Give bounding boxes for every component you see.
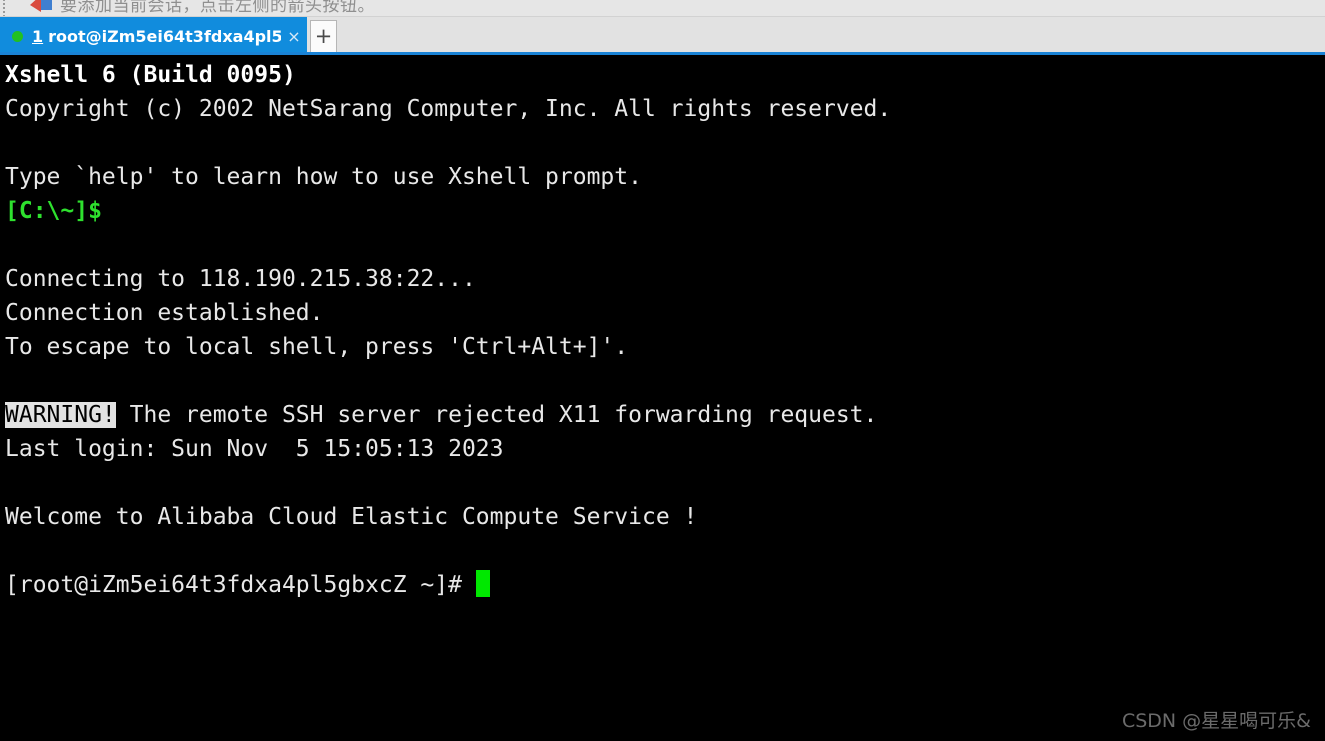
terminal-text: Connection established. [5, 300, 324, 326]
terminal-panel[interactable]: Xshell 6 (Build 0095) Copyright (c) 2002 … [0, 55, 1325, 741]
terminal-text: Copyright (c) 2002 NetSarang Computer, I… [5, 96, 892, 122]
toolbar-hint-text: 要添加当前会话，点击左侧的箭头按钮。 [60, 0, 375, 16]
terminal-line-blank-2 [5, 228, 891, 262]
terminal-line-connection-ok: Connection established. [5, 296, 891, 330]
session-tab[interactable]: 1 root@iZm5ei64t3fdxa4pl5... × [0, 17, 307, 55]
toolbar-grip[interactable] [3, 0, 8, 16]
terminal-text: Welcome to Alibaba Cloud Elastic Compute… [5, 504, 698, 530]
tab-title-label: root@iZm5ei64t3fdxa4pl5... [48, 26, 281, 46]
terminal-text: To escape to local shell, press 'Ctrl+Al… [5, 334, 629, 360]
terminal-line-help-hint: Type `help' to learn how to use Xshell p… [5, 160, 891, 194]
terminal-line-copyright: Copyright (c) 2002 NetSarang Computer, I… [5, 92, 891, 126]
terminal-line-x11-warning: WARNING! The remote SSH server rejected … [5, 398, 891, 432]
terminal-text: [C:\~]$ [5, 198, 102, 224]
terminal-line-app-banner: Xshell 6 (Build 0095) [5, 58, 891, 92]
terminal-text: Last login: Sun Nov 5 15:05:13 2023 [5, 436, 504, 462]
terminal-screen: Xshell 6 (Build 0095) Copyright (c) 2002 … [5, 58, 891, 602]
terminal-line-blank-3 [5, 364, 891, 398]
new-tab-button[interactable]: + [310, 20, 337, 53]
terminal-line-escape-hint: To escape to local shell, press 'Ctrl+Al… [5, 330, 891, 364]
terminal-line-last-login: Last login: Sun Nov 5 15:05:13 2023 [5, 432, 891, 466]
terminal-line-connecting: Connecting to 118.190.215.38:22... [5, 262, 891, 296]
text-cursor [475, 570, 490, 597]
close-icon[interactable]: × [281, 17, 307, 55]
warning-badge: WARNING! [5, 402, 116, 428]
connection-status-dot [12, 30, 23, 42]
tab-index-label: 1 [32, 26, 44, 46]
terminal-line-welcome: Welcome to Alibaba Cloud Elastic Compute… [5, 500, 891, 534]
terminal-text: Connecting to 118.190.215.38:22... [5, 266, 476, 292]
add-session-arrow-icon[interactable] [28, 0, 54, 13]
toolbar-strip: 要添加当前会话，点击左侧的箭头按钮。 [0, 0, 1325, 17]
watermark: CSDN @星星喝可乐& [1121, 710, 1311, 732]
tab-bar: 1 root@iZm5ei64t3fdxa4pl5... × + [0, 17, 1325, 55]
terminal-line-shell-prompt: [root@iZm5ei64t3fdxa4pl5gbxcZ ~]# [5, 568, 891, 602]
terminal-line-blank-4 [5, 466, 891, 500]
terminal-text: Xshell 6 (Build 0095) [5, 62, 296, 88]
terminal-line-blank-1 [5, 126, 891, 160]
warning-message: The remote SSH server rejected X11 forwa… [115, 402, 878, 428]
terminal-text: Type `help' to learn how to use Xshell p… [5, 164, 642, 190]
terminal-line-local-prompt: [C:\~]$ [5, 194, 891, 228]
shell-prompt-text: [root@iZm5ei64t3fdxa4pl5gbxcZ ~]# [5, 572, 476, 598]
terminal-line-blank-5 [5, 534, 891, 568]
